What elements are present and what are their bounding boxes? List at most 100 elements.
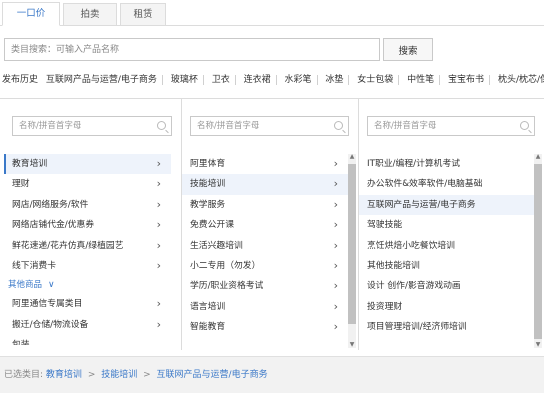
group-label-text: 其他商品 [8,280,43,291]
column-filter-input[interactable] [13,117,171,135]
category-item[interactable]: 搬迁/仓储/物流设备 › [4,315,171,335]
category-item[interactable]: 理财 › [4,174,171,194]
category-item-label: 办公软件&效率软件/电脑基础 [367,179,483,190]
category-item[interactable]: 办公软件&效率软件/电脑基础 [359,174,534,194]
category-item[interactable]: 设计 创作/影音游戏动画 [359,276,534,296]
chevron-right-icon: › [333,157,338,170]
category-item[interactable]: 包装 [4,335,171,345]
category-item-label: 设计 创作/影音游戏动画 [367,281,461,292]
category-item-label: 语言培训 [190,301,226,312]
chevron-right-icon: › [156,297,161,311]
column-filter-box [367,116,535,136]
scrollbar-thumb[interactable] [348,164,356,324]
chevron-right-icon: › [156,197,161,211]
category-item[interactable]: 阿里通信专属类目 › [4,294,171,314]
category-item[interactable]: 项目管理培训/经济师培训 [359,317,534,337]
category-item-label: 鲜花速递/花卉仿真/绿植园艺 [12,240,124,251]
category-item[interactable]: 技能培训 › [182,174,348,195]
chevron-right-icon: › [156,177,161,191]
category-item-label: 智能教育 [190,322,226,333]
recent-categories-bar: 发布历史 互联网产品与运营/电子商务 玻璃杯 卫衣 连衣裙 水彩笔 冰垫 女士包… [0,70,544,90]
scroll-down-arrow-icon[interactable]: ▼ [534,341,542,349]
column-scrollbar[interactable]: ▲ ▼ [348,153,356,349]
category-search-input[interactable] [4,38,380,61]
category-item[interactable]: 互联网产品与运营/电子商务 [359,194,534,216]
category-item[interactable]: 其他技能培训 [359,256,534,276]
category-item[interactable]: 免费公开课 › [182,215,348,235]
category-item-label: 小二专用（勿发） [190,260,261,271]
chevron-right-icon: › [156,157,161,170]
chevron-right-icon: › [156,238,161,252]
category-item[interactable]: 网店/网络服务/软件 › [4,195,171,215]
category-item[interactable]: 鲜花速递/花卉仿真/绿植园艺 › [4,236,171,256]
recent-item[interactable]: 互联网产品与运营/电子商务 [41,75,163,85]
recent-item[interactable]: 卫衣 [207,75,236,85]
category-item-label: 免费公开课 [190,220,234,231]
breadcrumb-item[interactable]: 教育培训 [46,370,82,380]
scrollbar-thumb[interactable] [534,164,542,339]
selected-category-path: 已选类目: 教育培训 > 技能培训 > 互联网产品与运营/电子商务 [0,356,544,393]
chevron-right-icon: › [156,317,161,331]
category-item-label: 生活兴趣培训 [190,240,243,251]
column-scrollbar[interactable]: ▲ ▼ [534,153,542,349]
category-item[interactable]: 烹饪烘焙小吃餐饮培训 [359,236,534,256]
recent-item[interactable]: 枕头/枕芯/保健 [493,75,544,85]
category-item[interactable]: 投资理财 [359,297,534,317]
category-item-label: 搬迁/仓储/物流设备 [12,319,89,330]
breadcrumb-item[interactable]: 技能培训 [101,370,137,380]
search-icon [520,121,529,130]
scroll-up-arrow-icon[interactable]: ▲ [534,153,542,161]
category-item-label: IT职业/编程/计算机考试 [367,159,461,169]
category-item[interactable]: 线下消费卡 › [4,256,171,276]
category-item[interactable]: 驾驶技能 [359,215,534,235]
recent-item[interactable]: 玻璃杯 [166,75,204,85]
chevron-right-icon: › [333,218,338,232]
recent-item[interactable]: 宝宝布书 [443,75,491,85]
recent-item[interactable]: 中性笔 [402,75,441,85]
breadcrumb-item[interactable]: 互联网产品与运营/电子商务 [157,370,268,380]
category-item-label: 阿里体育 [190,159,226,169]
category-item[interactable]: 教育培训 › [4,154,171,175]
category-list: 教育培训 › 理财 › 网店/网络服务/软件 › 网络店铺代金/优惠券 › 鲜花速递/花… [4,154,171,345]
other-goods-group-toggle[interactable]: 其他商品 ∨ [4,276,171,294]
category-item-label: 线下消费卡 [12,260,56,271]
column-filter-input[interactable] [368,117,534,135]
tab-fixed-price[interactable]: 一口价 [2,2,60,26]
category-list: IT职业/编程/计算机考试 办公软件&效率软件/电脑基础 互联网产品与运营/电子… [359,154,534,338]
category-item-label: 驾驶技能 [367,220,403,231]
category-item[interactable]: 教学服务 › [182,195,348,215]
category-item[interactable]: 智能教育 › [182,317,348,337]
category-item-label: 技能培训 [190,179,226,190]
category-item-label: 互联网产品与运营/电子商务 [367,199,476,210]
chevron-down-icon: ∨ [48,280,55,291]
category-item[interactable]: IT职业/编程/计算机考试 [359,154,534,174]
recent-item[interactable]: 女士包袋 [352,75,400,85]
category-item-label: 理财 [12,179,30,190]
search-button[interactable]: 搜索 [383,38,433,61]
recent-item[interactable]: 冰垫 [320,75,350,85]
breadcrumb-separator: > [87,370,96,380]
category-selector-panel: 教育培训 › 理财 › 网店/网络服务/软件 › 网络店铺代金/优惠券 › 鲜花速递/花… [0,98,544,350]
tab-auction[interactable]: 拍卖 [63,3,117,26]
scroll-down-arrow-icon[interactable]: ▼ [348,341,356,349]
selected-path-label: 已选类目: [4,370,44,380]
category-item-label: 烹饪烘焙小吃餐饮培训 [367,240,455,251]
category-item-label: 其他技能培训 [367,260,420,271]
category-item[interactable]: 生活兴趣培训 › [182,236,348,256]
category-item-label: 教学服务 [190,199,226,210]
category-list: 阿里体育 › 技能培训 › 教学服务 › 免费公开课 › 生活兴趣培训 › 小二专用（勿发… [182,154,348,338]
recent-item[interactable]: 水彩笔 [279,75,318,85]
chevron-right-icon: › [156,218,161,232]
scroll-up-arrow-icon[interactable]: ▲ [348,153,356,161]
category-item[interactable]: 小二专用（勿发） › [182,256,348,276]
category-item-label: 教育培训 [12,159,48,169]
tab-rental[interactable]: 租赁 [120,3,166,26]
recent-item[interactable]: 连衣裙 [239,75,277,85]
column-filter-input[interactable] [191,117,348,135]
category-item[interactable]: 语言培训 › [182,297,348,317]
category-item[interactable]: 网络店铺代金/优惠券 › [4,215,171,235]
category-item[interactable]: 学历/职业资格考试 › [182,276,348,296]
category-item[interactable]: 阿里体育 › [182,154,348,174]
category-item-label: 项目管理培训/经济师培训 [367,322,467,333]
chevron-right-icon: › [333,279,338,293]
